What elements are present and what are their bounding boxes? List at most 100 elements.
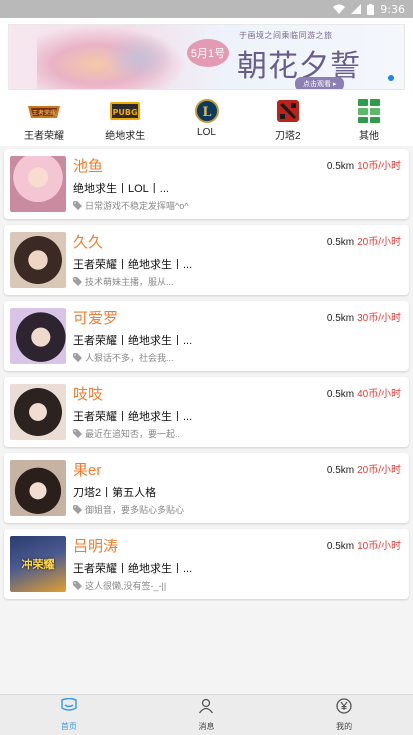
category-pubg[interactable]: PUBG 绝地求生 bbox=[93, 98, 157, 146]
pubg-icon: PUBG bbox=[110, 98, 141, 124]
tag-icon bbox=[73, 505, 82, 514]
player-games: 王者荣耀丨绝地求生丨... bbox=[73, 563, 193, 575]
player-games: 刀塔2丨第五人格 bbox=[73, 487, 157, 499]
banner-artwork-figure bbox=[104, 33, 174, 83]
player-avatar: 冲荣耀 bbox=[10, 536, 66, 592]
banner-container: 5月1号 于画境之间乘临同游之旅 朝花夕誓 点击观看 ▸ bbox=[0, 18, 413, 94]
nav-mine-label: 我的 bbox=[336, 722, 353, 731]
nav-messages[interactable]: 消息 bbox=[166, 698, 246, 732]
category-label: 绝地求生 bbox=[105, 131, 146, 142]
banner-cta-button[interactable]: 点击观看 ▸ bbox=[295, 77, 345, 89]
player-card[interactable]: 池鱼 0.5km 10币/小时 绝地求生丨LOL丨... 日常游戏不稳定发挥喵^o… bbox=[4, 149, 409, 219]
battery-icon bbox=[367, 3, 375, 15]
category-label: 王者荣耀 bbox=[24, 131, 64, 142]
category-lol[interactable]: L LOL bbox=[175, 98, 239, 146]
category-label: 刀塔2 bbox=[274, 131, 301, 142]
player-bio-text: 最近在追知否，要一起.. bbox=[85, 429, 181, 439]
player-avatar bbox=[10, 460, 66, 516]
player-avatar bbox=[10, 308, 66, 364]
player-price: 20币/小时 bbox=[357, 465, 401, 476]
home-chat-icon bbox=[60, 697, 78, 719]
player-avatar bbox=[10, 232, 66, 288]
player-card[interactable]: 果er 0.5km 20币/小时 刀塔2丨第五人格 御姐音，要多贴心多贴心 bbox=[4, 453, 409, 523]
player-card[interactable]: 冲荣耀 吕明涛 0.5km 10币/小时 王者荣耀丨绝地求生丨... 这人很懒,没… bbox=[4, 529, 409, 599]
player-games: 王者荣耀丨绝地求生丨... bbox=[73, 335, 193, 347]
tag-icon bbox=[73, 353, 82, 362]
tag-icon bbox=[73, 429, 82, 438]
player-bio: 最近在追知否，要一起.. bbox=[73, 427, 180, 440]
player-distance: 0.5km bbox=[326, 389, 355, 400]
tag-icon bbox=[73, 581, 82, 590]
banner-date-badge: 5月1号 bbox=[187, 39, 229, 67]
tag-icon bbox=[73, 277, 82, 286]
banner-subline: 于画境之间乘临同游之旅 bbox=[239, 31, 333, 40]
player-rate: 0.5km 30币/小时 bbox=[327, 309, 401, 324]
bottom-nav: 首页 消息 我的 bbox=[0, 694, 413, 735]
player-bio-text: 日常游戏不稳定发挥喵^o^ bbox=[85, 201, 189, 211]
person-icon bbox=[198, 698, 214, 719]
player-avatar bbox=[10, 156, 66, 212]
player-name: 果er bbox=[73, 462, 102, 479]
player-rate: 0.5km 40币/小时 bbox=[327, 385, 401, 400]
wifi-icon bbox=[333, 4, 346, 14]
player-bio-text: 这人很懒,没有签-_-|| bbox=[85, 581, 167, 591]
player-bio-text: 人狠话不多，社会我... bbox=[85, 353, 174, 363]
player-bio-text: 御姐音，要多贴心多贴心 bbox=[85, 505, 185, 515]
pubg-badge-text: PUBG bbox=[113, 108, 138, 117]
player-name: 池鱼 bbox=[73, 158, 104, 175]
player-price: 10币/小时 bbox=[357, 541, 401, 552]
player-distance: 0.5km bbox=[326, 541, 355, 552]
player-games: 王者荣耀丨绝地求生丨... bbox=[73, 411, 193, 423]
player-bio: 技术萌妹主播，服从... bbox=[73, 275, 174, 288]
player-distance: 0.5km bbox=[326, 465, 355, 476]
player-distance: 0.5km bbox=[326, 161, 355, 172]
grid-apps-icon bbox=[358, 98, 380, 124]
player-card[interactable]: 可爱罗 0.5km 30币/小时 王者荣耀丨绝地求生丨... 人狠话不多，社会我.… bbox=[4, 301, 409, 371]
category-label: LOL bbox=[197, 127, 216, 138]
status-bar: 9:36 bbox=[0, 0, 413, 18]
player-price: 30币/小时 bbox=[357, 313, 401, 324]
category-honor-of-kings[interactable]: 王者荣耀 王者荣耀 bbox=[12, 98, 76, 146]
player-name: 吕明涛 bbox=[73, 538, 119, 555]
player-bio: 御姐音，要多贴心多贴心 bbox=[73, 503, 184, 516]
honor-of-kings-icon: 王者荣耀 bbox=[25, 98, 63, 124]
player-games: 绝地求生丨LOL丨... bbox=[73, 183, 169, 195]
player-distance: 0.5km bbox=[326, 237, 355, 248]
player-price: 10币/小时 bbox=[357, 161, 401, 172]
banner-page-indicator[interactable] bbox=[388, 75, 394, 81]
player-name: 吱吱 bbox=[73, 386, 104, 403]
nav-home[interactable]: 首页 bbox=[29, 697, 109, 732]
player-name: 久久 bbox=[73, 234, 104, 251]
player-avatar bbox=[10, 384, 66, 440]
player-bio: 日常游戏不稳定发挥喵^o^ bbox=[73, 199, 188, 212]
player-rate: 0.5km 10币/小时 bbox=[327, 537, 401, 552]
nav-messages-label: 消息 bbox=[198, 722, 215, 731]
player-card[interactable]: 吱吱 0.5km 40币/小时 王者荣耀丨绝地求生丨... 最近在追知否，要一起.… bbox=[4, 377, 409, 447]
category-other[interactable]: 其他 bbox=[337, 98, 401, 146]
nav-mine[interactable]: 我的 bbox=[304, 698, 384, 732]
player-avatar-text: 冲荣耀 bbox=[21, 559, 55, 571]
tag-icon bbox=[73, 201, 82, 210]
player-distance: 0.5km bbox=[326, 313, 355, 324]
player-name: 可爱罗 bbox=[73, 310, 119, 327]
player-bio-text: 技术萌妹主播，服从... bbox=[85, 277, 174, 287]
game-category-bar: 王者荣耀 王者荣耀 PUBG 绝地求生 L LOL 刀塔2 其他 bbox=[0, 94, 413, 146]
honor-of-kings-badge-text: 王者荣耀 bbox=[32, 109, 56, 117]
promo-banner[interactable]: 5月1号 于画境之间乘临同游之旅 朝花夕誓 点击观看 ▸ bbox=[8, 24, 405, 90]
player-rate: 0.5km 20币/小时 bbox=[327, 233, 401, 248]
player-games: 王者荣耀丨绝地求生丨... bbox=[73, 259, 193, 271]
lol-icon: L bbox=[194, 98, 219, 124]
player-card[interactable]: 久久 0.5km 20币/小时 王者荣耀丨绝地求生丨... 技术萌妹主播，服从..… bbox=[4, 225, 409, 295]
category-dota2[interactable]: 刀塔2 bbox=[256, 98, 320, 146]
lol-badge-text: L bbox=[202, 105, 211, 120]
signal-icon bbox=[351, 4, 362, 14]
player-bio: 这人很懒,没有签-_-|| bbox=[73, 579, 166, 592]
dota2-icon bbox=[276, 98, 299, 124]
category-label: 其他 bbox=[359, 131, 379, 142]
player-price: 40币/小时 bbox=[357, 389, 401, 400]
yen-coin-icon bbox=[336, 698, 352, 719]
status-time: 9:36 bbox=[380, 2, 405, 16]
player-bio: 人狠话不多，社会我... bbox=[73, 351, 174, 364]
player-rate: 0.5km 10币/小时 bbox=[327, 157, 401, 172]
player-list: 池鱼 0.5km 10币/小时 绝地求生丨LOL丨... 日常游戏不稳定发挥喵^o… bbox=[0, 146, 413, 599]
